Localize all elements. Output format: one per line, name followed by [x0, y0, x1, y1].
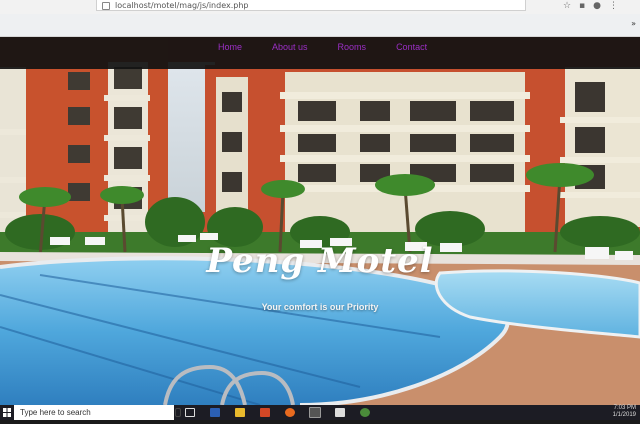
- nav-link-home[interactable]: Home: [218, 37, 242, 59]
- firefox-icon[interactable]: [280, 405, 300, 420]
- address-url: localhost/motel/mag/js/index.php: [115, 1, 249, 10]
- windows-logo-icon: [3, 408, 11, 417]
- store-icon[interactable]: [330, 405, 350, 420]
- hero-tagline: Your comfort is our Priority: [261, 302, 379, 312]
- extension-icon[interactable]: ▪: [579, 1, 593, 11]
- start-button[interactable]: [0, 405, 14, 420]
- browser-action-icons[interactable]: ☆▪●⋮: [563, 0, 626, 12]
- nav-link-about-us[interactable]: About us: [272, 37, 308, 59]
- system-clock[interactable]: 7:03 PM 1/1/2019: [613, 405, 636, 420]
- nav-menu: Home About us Rooms Contact: [218, 37, 427, 59]
- browser-toolbar: localhost/motel/mag/js/index.php ☆▪●⋮: [0, 0, 640, 15]
- site-navbar: Home About us Rooms Contact: [0, 37, 640, 69]
- chrome-icon[interactable]: [355, 405, 375, 420]
- hero-background-image: [0, 37, 640, 405]
- task-view-icon[interactable]: [180, 405, 200, 420]
- word-icon[interactable]: [205, 405, 225, 420]
- bookmarks-more-button[interactable]: »: [631, 19, 636, 28]
- nav-link-contact[interactable]: Contact: [396, 37, 427, 59]
- address-bar[interactable]: localhost/motel/mag/js/index.php: [96, 0, 526, 11]
- star-icon[interactable]: ☆: [563, 1, 579, 11]
- clock-date: 1/1/2019: [612, 412, 636, 418]
- powerpoint-icon[interactable]: [255, 405, 275, 420]
- nav-link-rooms[interactable]: Rooms: [338, 37, 367, 59]
- file-explorer-icon[interactable]: [230, 405, 250, 420]
- bookmarks-bar: »: [0, 14, 640, 37]
- search-placeholder: Type here to search: [20, 408, 91, 417]
- clock-time: 7:03 PM: [613, 405, 636, 411]
- terminal-icon[interactable]: [305, 405, 325, 420]
- page-viewport: Home About us Rooms Contact Peng Motel Y…: [0, 37, 640, 405]
- profile-icon[interactable]: ●: [593, 1, 609, 11]
- taskbar: Type here to search 7:03 PM 1/1/2019: [0, 405, 640, 420]
- pinned-apps: [180, 405, 375, 420]
- hero-title: Peng Motel: [206, 241, 434, 281]
- menu-icon[interactable]: ⋮: [609, 1, 626, 11]
- info-icon[interactable]: [102, 2, 110, 10]
- taskbar-search-input[interactable]: Type here to search: [14, 405, 181, 420]
